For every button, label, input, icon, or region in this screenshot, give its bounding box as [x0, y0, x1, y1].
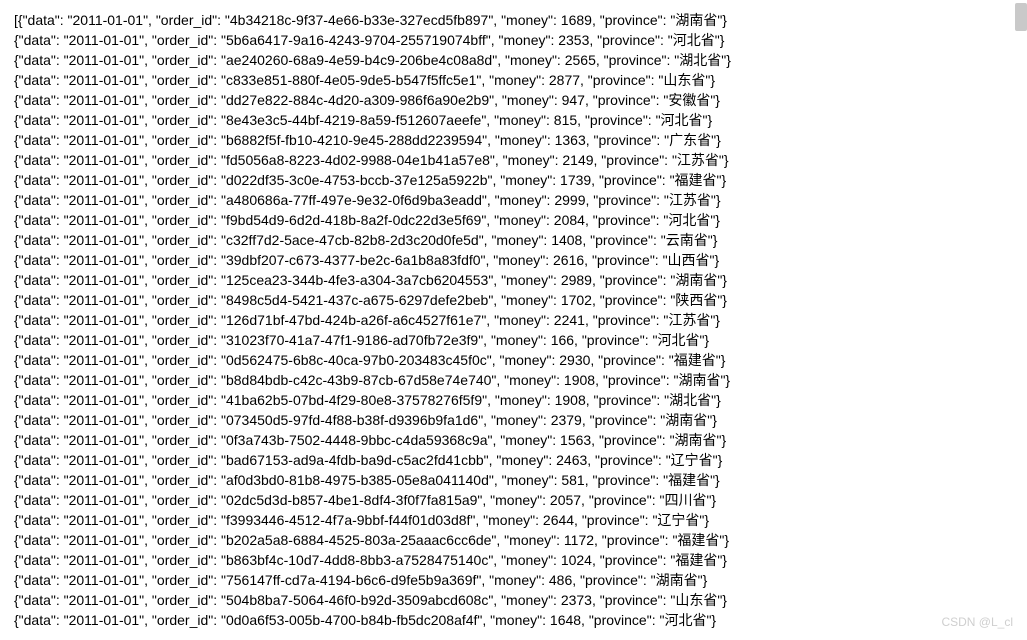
json-record-line: {"data": "2011-01-01", "order_id": "bad6…: [14, 450, 1013, 470]
json-record-line: {"data": "2011-01-01", "order_id": "0d56…: [14, 350, 1013, 370]
json-record-line: {"data": "2011-01-01", "order_id": "b202…: [14, 530, 1013, 550]
watermark-text: CSDN @L_cl: [941, 612, 1013, 632]
json-output: [{"data": "2011-01-01", "order_id": "4b3…: [14, 10, 1013, 630]
scrollbar-track[interactable]: [1023, 0, 1027, 640]
json-record-line: {"data": "2011-01-01", "order_id": "126d…: [14, 310, 1013, 330]
json-record-line: {"data": "2011-01-01", "order_id": "0734…: [14, 410, 1013, 430]
json-record-line: {"data": "2011-01-01", "order_id": "02dc…: [14, 490, 1013, 510]
json-record-line: [{"data": "2011-01-01", "order_id": "4b3…: [14, 10, 1013, 30]
json-record-line: {"data": "2011-01-01", "order_id": "b863…: [14, 550, 1013, 570]
json-record-line: {"data": "2011-01-01", "order_id": "b688…: [14, 130, 1013, 150]
json-record-line: {"data": "2011-01-01", "order_id": "fd50…: [14, 150, 1013, 170]
json-record-line: {"data": "2011-01-01", "order_id": "a480…: [14, 190, 1013, 210]
json-record-line: {"data": "2011-01-01", "order_id": "39db…: [14, 250, 1013, 270]
json-record-line: {"data": "2011-01-01", "order_id": "d022…: [14, 170, 1013, 190]
json-record-line: {"data": "2011-01-01", "order_id": "5b6a…: [14, 30, 1013, 50]
json-record-line: {"data": "2011-01-01", "order_id": "504b…: [14, 590, 1013, 610]
json-record-line: {"data": "2011-01-01", "order_id": "c32f…: [14, 230, 1013, 250]
json-record-line: {"data": "2011-01-01", "order_id": "8498…: [14, 290, 1013, 310]
json-record-line: {"data": "2011-01-01", "order_id": "f399…: [14, 510, 1013, 530]
scrollbar-thumb[interactable]: [1015, 3, 1027, 31]
json-record-line: {"data": "2011-01-01", "order_id": "41ba…: [14, 390, 1013, 410]
json-record-line: {"data": "2011-01-01", "order_id": "0f3a…: [14, 430, 1013, 450]
json-record-line: {"data": "2011-01-01", "order_id": "f9bd…: [14, 210, 1013, 230]
json-record-line: {"data": "2011-01-01", "order_id": "3102…: [14, 330, 1013, 350]
json-record-line: {"data": "2011-01-01", "order_id": "af0d…: [14, 470, 1013, 490]
json-record-line: {"data": "2011-01-01", "order_id": "c833…: [14, 70, 1013, 90]
json-record-line: {"data": "2011-01-01", "order_id": "b8d8…: [14, 370, 1013, 390]
json-record-line: {"data": "2011-01-01", "order_id": "0d0a…: [14, 610, 1013, 630]
json-record-line: {"data": "2011-01-01", "order_id": "8e43…: [14, 110, 1013, 130]
json-record-line: {"data": "2011-01-01", "order_id": "125c…: [14, 270, 1013, 290]
json-record-line: {"data": "2011-01-01", "order_id": "ae24…: [14, 50, 1013, 70]
json-record-line: {"data": "2011-01-01", "order_id": "dd27…: [14, 90, 1013, 110]
json-record-line: {"data": "2011-01-01", "order_id": "7561…: [14, 570, 1013, 590]
